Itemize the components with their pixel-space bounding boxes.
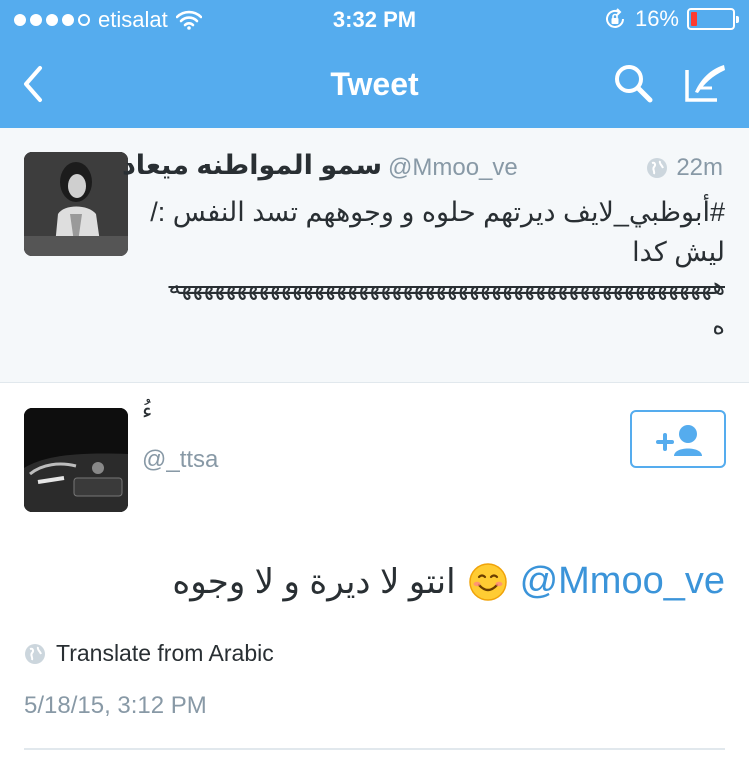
parent-tweet[interactable]: سمو المواطنه ميعاد @Mmoo_ve 22m #أبوظبي_… (0, 128, 749, 383)
tweet-date: 5/18/15, 3:12 PM (24, 692, 207, 719)
smiling-face-emoji-icon (468, 562, 507, 601)
tweet-tail-text: ه (712, 313, 725, 340)
battery-icon (687, 8, 739, 30)
handle[interactable]: @_ttsa (142, 446, 218, 474)
translate-label[interactable]: Translate from Arabic (56, 640, 274, 667)
display-name[interactable]: سمو المواطنه ميعاد (122, 150, 382, 181)
compose-icon[interactable] (684, 62, 728, 104)
app-header: etisalat 3:32 PM 16% Tweet (0, 0, 749, 128)
tweet-text: انتو لا ديرة و لا وجوه (172, 562, 456, 601)
search-icon[interactable] (612, 62, 654, 104)
tweet-text: #أبوظبي_لايف ديرتهم حلوه و وجوههم تسد ال… (150, 197, 725, 267)
battery-percentage: 16% (634, 6, 679, 31)
rotation-lock-icon (605, 8, 624, 28)
mention-link[interactable]: @Mmoo_ve (520, 560, 725, 603)
tweet-time: 22m (676, 154, 723, 181)
tweet-laugh-text: هههههههههههههههههههههههههههههههههههههههه… (168, 273, 725, 300)
globe-icon (25, 643, 45, 664)
display-name[interactable]: ءُ (142, 398, 152, 424)
translate-link[interactable]: Translate from Arabic (24, 640, 274, 667)
avatar[interactable] (24, 408, 128, 512)
battery-level (691, 12, 697, 26)
avatar[interactable] (24, 152, 128, 256)
add-user-icon (656, 425, 702, 456)
handle[interactable]: @Mmoo_ve (388, 154, 518, 182)
globe-icon (647, 158, 668, 178)
follow-button[interactable] (630, 410, 726, 468)
divider (24, 748, 725, 750)
status-bar: etisalat 3:32 PM 16% (0, 0, 749, 40)
